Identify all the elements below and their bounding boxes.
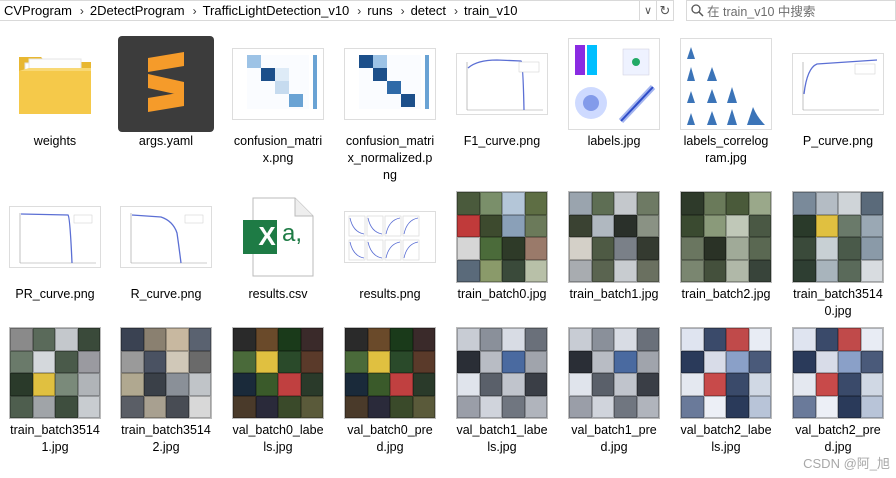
image-thumbnail bbox=[670, 33, 782, 135]
image-thumbnail bbox=[558, 33, 670, 135]
file-item-val-batch1-pred[interactable]: val_batch1_pre d.jpg bbox=[558, 322, 670, 462]
file-item-args-yaml[interactable]: args.yaml bbox=[110, 33, 222, 163]
file-item-labels[interactable]: labels.jpg bbox=[558, 33, 670, 163]
file-label: val_batch1_labe ls.jpg bbox=[456, 423, 548, 454]
file-item-weights[interactable]: weights bbox=[0, 33, 111, 163]
file-label: train_batch3514 1.jpg bbox=[10, 423, 100, 454]
file-item-pr-curve[interactable]: PR_curve.png bbox=[0, 186, 111, 306]
file-item-train-batch1[interactable]: train_batch1.jpg bbox=[558, 186, 670, 306]
image-thumbnail bbox=[446, 186, 558, 288]
file-label: F1_curve.png bbox=[463, 134, 541, 148]
file-label: train_batch0.jpg bbox=[457, 287, 547, 301]
file-item-val-batch1-labels[interactable]: val_batch1_labe ls.jpg bbox=[446, 322, 558, 462]
file-item-train-batch2[interactable]: train_batch2.jpg bbox=[670, 186, 782, 306]
file-item-p-curve[interactable]: P_curve.png bbox=[782, 33, 894, 163]
file-label: train_batch3514 0.jpg bbox=[793, 287, 883, 318]
search-icon bbox=[687, 1, 707, 20]
image-thumbnail bbox=[558, 322, 670, 424]
file-item-labels-correlogram[interactable]: labels_correlog ram.jpg bbox=[670, 33, 782, 183]
refresh-icon[interactable]: ↻ bbox=[656, 0, 674, 21]
file-item-results-png[interactable]: results.png bbox=[334, 186, 446, 306]
file-label: val_batch0_labe ls.jpg bbox=[232, 423, 324, 454]
file-label: PR_curve.png bbox=[15, 287, 95, 301]
file-label: train_batch2.jpg bbox=[681, 287, 771, 301]
image-thumbnail bbox=[446, 33, 558, 135]
file-label: confusion_matri x.png bbox=[233, 134, 323, 165]
file-label: P_curve.png bbox=[802, 134, 874, 148]
breadcrumb-separator-icon[interactable]: › bbox=[355, 4, 363, 18]
image-thumbnail bbox=[334, 186, 446, 288]
image-thumbnail bbox=[670, 186, 782, 288]
breadcrumb-separator-icon[interactable]: › bbox=[452, 4, 460, 18]
file-item-confusion-matrix-normalized[interactable]: confusion_matri x_normalized.p ng bbox=[334, 33, 446, 193]
file-label: val_batch2_pre d.jpg bbox=[795, 423, 881, 454]
file-item-r-curve[interactable]: R_curve.png bbox=[110, 186, 222, 306]
file-item-val-batch0-labels[interactable]: val_batch0_labe ls.jpg bbox=[222, 322, 334, 462]
file-item-val-batch2-pred[interactable]: val_batch2_pre d.jpg bbox=[782, 322, 894, 462]
file-item-train-batch0[interactable]: train_batch0.jpg bbox=[446, 186, 558, 306]
breadcrumb-2detectprogram[interactable]: 2DetectProgram bbox=[86, 3, 191, 18]
search-placeholder: 在 train_v10 中搜索 bbox=[707, 5, 816, 19]
sublime-text-icon bbox=[110, 33, 222, 135]
image-thumbnail bbox=[334, 322, 446, 424]
search-input[interactable]: 在 train_v10 中搜索 bbox=[686, 0, 896, 21]
file-label: confusion_matri x_normalized.p ng bbox=[345, 134, 435, 182]
image-thumbnail bbox=[558, 186, 670, 288]
address-bar-row: CVProgram › 2DetectProgram › TrafficLigh… bbox=[0, 0, 896, 22]
breadcrumb-detect[interactable]: detect bbox=[407, 3, 452, 18]
breadcrumb-trafficlightdetection[interactable]: TrafficLightDetection_v10 bbox=[199, 3, 356, 18]
image-thumbnail bbox=[0, 322, 111, 424]
file-item-val-batch2-labels[interactable]: val_batch2_labe ls.jpg bbox=[670, 322, 782, 462]
breadcrumb-cvprogram[interactable]: CVProgram bbox=[0, 3, 78, 18]
image-thumbnail bbox=[110, 186, 222, 288]
file-item-val-batch0-pred[interactable]: val_batch0_pre d.jpg bbox=[334, 322, 446, 462]
breadcrumb-train-v10[interactable]: train_v10 bbox=[460, 3, 523, 18]
file-label: val_batch0_pre d.jpg bbox=[347, 423, 433, 454]
breadcrumb-runs[interactable]: runs bbox=[363, 3, 398, 18]
image-thumbnail bbox=[222, 322, 334, 424]
image-thumbnail bbox=[334, 33, 446, 135]
file-label: weights bbox=[33, 134, 77, 148]
file-item-confusion-matrix[interactable]: confusion_matri x.png bbox=[222, 33, 334, 183]
file-label: labels.jpg bbox=[587, 134, 641, 148]
excel-text: a, bbox=[282, 220, 303, 247]
file-label: val_batch2_labe ls.jpg bbox=[680, 423, 772, 454]
file-item-train-batch35141[interactable]: train_batch3514 1.jpg bbox=[0, 322, 111, 462]
breadcrumb-separator-icon[interactable]: › bbox=[191, 4, 199, 18]
image-thumbnail bbox=[670, 322, 782, 424]
image-thumbnail bbox=[222, 33, 334, 135]
file-label: R_curve.png bbox=[130, 287, 202, 301]
address-bar[interactable]: CVProgram › 2DetectProgram › TrafficLigh… bbox=[0, 0, 654, 21]
file-label: results.png bbox=[359, 287, 421, 301]
image-thumbnail bbox=[782, 322, 894, 424]
image-thumbnail bbox=[782, 33, 894, 135]
file-label: val_batch1_pre d.jpg bbox=[571, 423, 657, 454]
file-label: train_batch3514 2.jpg bbox=[121, 423, 211, 454]
history-dropdown-icon[interactable]: ∨ bbox=[639, 0, 657, 21]
file-label: args.yaml bbox=[138, 134, 194, 148]
file-label: results.csv bbox=[248, 287, 308, 301]
file-label: train_batch1.jpg bbox=[569, 287, 659, 301]
file-item-train-batch35142[interactable]: train_batch3514 2.jpg bbox=[110, 322, 222, 462]
excel-icon: X a, bbox=[222, 186, 334, 288]
image-thumbnail bbox=[782, 186, 894, 288]
excel-letter: X bbox=[258, 221, 276, 251]
file-label: labels_correlog ram.jpg bbox=[683, 134, 769, 165]
file-item-results-csv[interactable]: X a, results.csv bbox=[222, 186, 334, 306]
file-item-train-batch35140[interactable]: train_batch3514 0.jpg bbox=[782, 186, 894, 326]
watermark: CSDN @阿_旭 bbox=[803, 456, 890, 471]
image-thumbnail bbox=[0, 186, 111, 288]
image-thumbnail bbox=[446, 322, 558, 424]
breadcrumb-separator-icon[interactable]: › bbox=[78, 4, 86, 18]
folder-icon bbox=[0, 33, 111, 135]
image-thumbnail bbox=[110, 322, 222, 424]
file-item-f1-curve[interactable]: F1_curve.png bbox=[446, 33, 558, 163]
breadcrumb-separator-icon[interactable]: › bbox=[399, 4, 407, 18]
